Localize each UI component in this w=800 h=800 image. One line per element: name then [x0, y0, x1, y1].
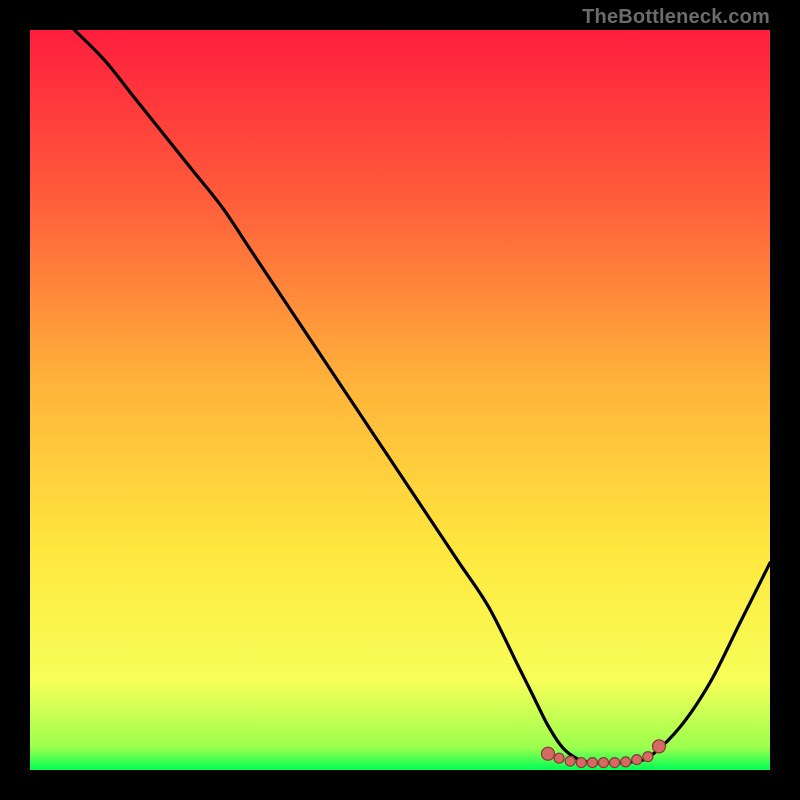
watermark-text: TheBottleneck.com [582, 6, 770, 29]
chart-frame: TheBottleneck.com [0, 0, 800, 800]
dot [576, 758, 586, 768]
dot [542, 747, 555, 760]
plot-area [30, 30, 770, 770]
dot [610, 758, 620, 768]
bottleneck-curve [74, 30, 770, 763]
dot [653, 740, 666, 753]
dot [632, 755, 642, 765]
dot [621, 757, 631, 767]
dot [587, 758, 597, 768]
dot [565, 756, 575, 766]
chart-svg [30, 30, 770, 770]
dot [599, 758, 609, 768]
dot [643, 752, 653, 762]
dot [554, 753, 564, 763]
